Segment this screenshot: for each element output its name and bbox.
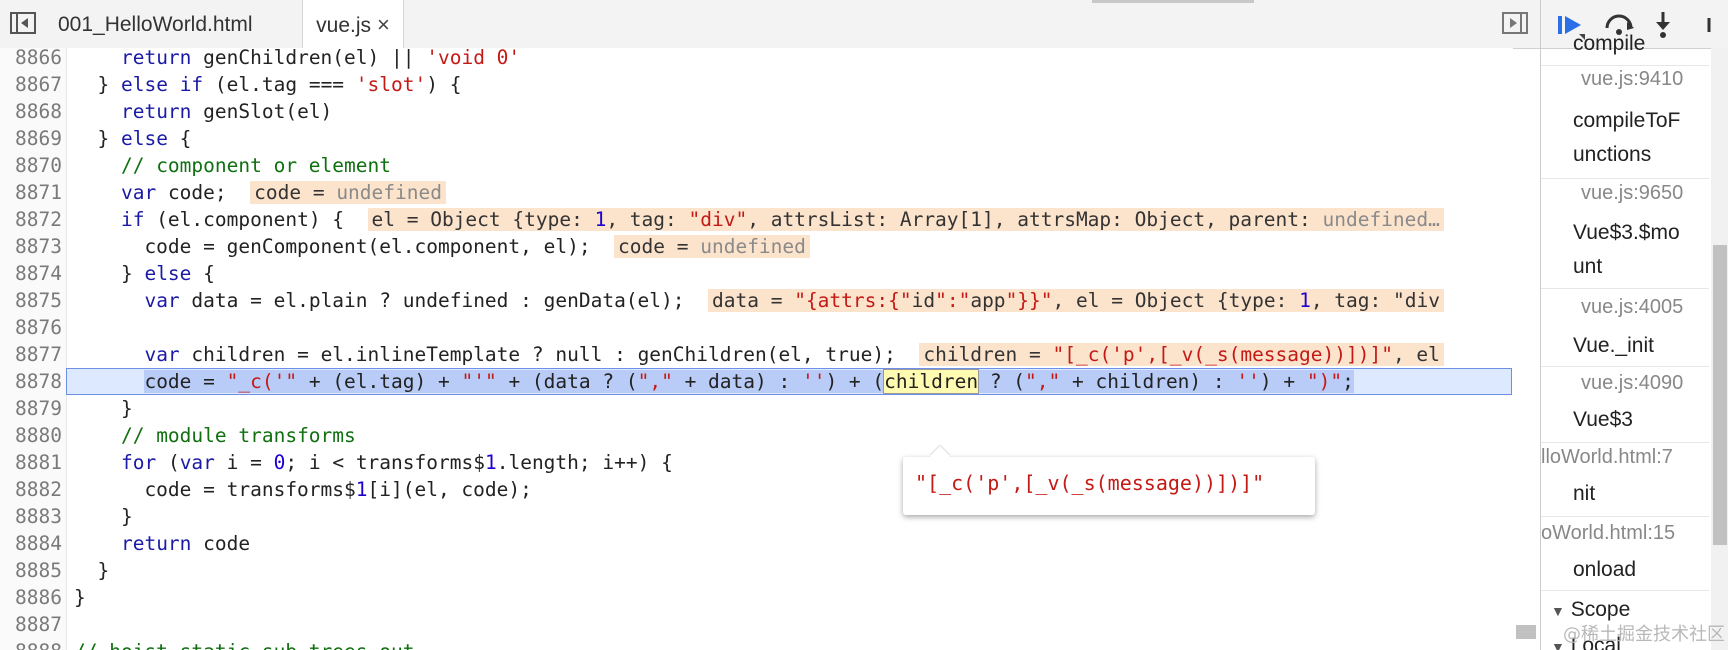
value-popover: "[_c('p',[_v(_s(message))])]" (903, 446, 1315, 515)
line-number[interactable]: 8870 (0, 152, 62, 179)
line-number[interactable]: 8882 (0, 476, 62, 503)
frame-divider (1541, 590, 1709, 591)
resize-grip[interactable] (1092, 0, 1254, 3)
frame-divider (1541, 288, 1709, 289)
line-code: code = genComponent(el.component, el); c… (74, 233, 810, 260)
line-code: var children = el.inlineTemplate ? null … (74, 341, 1444, 368)
inline-variable-value: children = "[_c('p',[_v(_s(message))])]"… (919, 343, 1444, 366)
line-number[interactable]: 8871 (0, 179, 62, 206)
step-out-icon[interactable] (1701, 10, 1728, 40)
toggle-debugger-icon[interactable] (1502, 12, 1528, 34)
line-number[interactable]: 8887 (0, 611, 62, 638)
line-code: return genChildren(el) || 'void 0' (120, 48, 521, 69)
call-frame-location: oWorld.html:15 (1541, 522, 1676, 544)
line-number[interactable]: 8872 (0, 206, 62, 233)
watermark: @稀土掘金技术社区 (1563, 624, 1725, 645)
inline-variable-value: code = undefined (614, 235, 810, 258)
line-code: var data = el.plain ? undefined : genDat… (74, 287, 1444, 314)
call-frame-vue3[interactable]: Vue$3 (1573, 408, 1633, 432)
line-number[interactable]: 8868 (0, 98, 62, 125)
line-code: } else if (el.tag === 'slot') { (74, 73, 462, 96)
step-into-icon[interactable] (1647, 10, 1679, 40)
line-code: var code; code = undefined (74, 179, 446, 206)
call-frame-location: vue.js:9410 (1581, 68, 1684, 90)
call-frame-location: vue.js:9650 (1581, 182, 1684, 204)
line-number[interactable]: 8867 (0, 71, 62, 98)
line-number[interactable]: 8881 (0, 449, 62, 476)
line-number[interactable]: 8886 (0, 584, 62, 611)
line-code: } (74, 505, 133, 528)
line-code: code = "_c('" + (el.tag) + "'" + (data ?… (74, 368, 1354, 395)
tab-label: 001_HelloWorld.html (58, 13, 253, 36)
line-code: } else { (74, 127, 192, 150)
line-number[interactable]: 8885 (0, 557, 62, 584)
call-frame-vue-init[interactable]: Vue._init (1573, 334, 1654, 358)
call-frame-init[interactable]: nit (1573, 482, 1595, 506)
popover-arrow (930, 446, 950, 466)
call-frame-onload[interactable]: onload (1573, 558, 1636, 582)
popover-value: "[_c('p',[_v(_s(message))])]" (915, 471, 1265, 495)
line-number[interactable]: 8880 (0, 422, 62, 449)
inline-variable-value: el = Object {type: 1, tag: "div", attrsL… (367, 208, 1444, 231)
frame-divider (1541, 516, 1709, 517)
line-code: return genSlot(el) (120, 100, 333, 123)
sidebar-scrollbar-thumb[interactable] (1713, 245, 1727, 545)
editor-tab-bar: 001_HelloWorld.html vue.js × (0, 0, 1540, 49)
line-code: // module transforms (120, 424, 356, 447)
line-number[interactable]: 8876 (0, 314, 62, 341)
line-number[interactable]: 8888 (0, 638, 62, 650)
line-number[interactable]: 8866 (0, 48, 62, 71)
call-frame-vue-mount[interactable]: Vue$3.$mo unt (1573, 216, 1680, 284)
call-frame-location: lloWorld.html:7 (1541, 446, 1673, 468)
frame-divider (1541, 442, 1709, 443)
line-code: } (74, 586, 86, 609)
line-number[interactable]: 8875 (0, 287, 62, 314)
scope-label: Scope (1570, 598, 1631, 621)
call-frame-location: vue.js:4090 (1581, 372, 1684, 394)
line-number[interactable]: 8879 (0, 395, 62, 422)
expand-triangle-icon: ▼ (1551, 603, 1565, 619)
line-code: if (el.component) { el = Object {type: 1… (74, 206, 1444, 233)
line-number[interactable]: 8878 (0, 368, 62, 395)
line-code: // hoist static sub-trees out (74, 638, 414, 650)
line-code: for (var i = 0; i < transforms$1.length;… (120, 451, 673, 474)
frame-divider (1541, 178, 1709, 179)
line-number[interactable]: 8874 (0, 260, 62, 287)
line-number[interactable]: 8884 (0, 530, 62, 557)
inline-variable-value: code = undefined (250, 181, 446, 204)
call-frame-location: vue.js:4005 (1581, 296, 1684, 318)
toggle-navigator-icon[interactable] (10, 12, 36, 34)
line-code: // component or element (120, 154, 391, 177)
line-number[interactable]: 8873 (0, 233, 62, 260)
scope-section-header[interactable]: ▼ Scope (1551, 598, 1630, 622)
line-code: code = transforms$1[i](el, code); (74, 478, 532, 501)
selected-expression: code = "_c('" + (el.tag) + "'" + (data ?… (144, 369, 1354, 394)
code-editor[interactable]: 8866 return genChildren(el) || 'void 0' 8… (0, 48, 1513, 650)
call-frame-compile[interactable]: compile (1573, 32, 1645, 56)
inline-variable-value: data = "{attrs:{"id":"app"}}", el = Obje… (708, 289, 1444, 312)
close-icon[interactable]: × (377, 12, 390, 37)
frame-divider (1541, 366, 1709, 367)
line-number[interactable]: 8869 (0, 125, 62, 152)
editor-scrollbar-thumb[interactable] (1516, 625, 1536, 639)
tab-001-helloworld[interactable]: 001_HelloWorld.html (58, 0, 298, 48)
debugger-sidebar: compile vue.js:9410 compileToF unctions … (1540, 0, 1728, 650)
line-number[interactable]: 8877 (0, 341, 62, 368)
line-code: } (74, 559, 110, 582)
tab-label: vue.js (316, 14, 371, 37)
line-code: } else { (74, 262, 215, 285)
hovered-token: children (883, 369, 980, 394)
tab-vue-js[interactable]: vue.js × (302, 0, 404, 49)
call-frame-compiletofunctions[interactable]: compileToF unctions (1573, 104, 1680, 172)
line-number[interactable]: 8883 (0, 503, 62, 530)
line-code: } (74, 397, 133, 420)
line-code: return code (120, 532, 251, 555)
frame-divider (1541, 65, 1709, 66)
